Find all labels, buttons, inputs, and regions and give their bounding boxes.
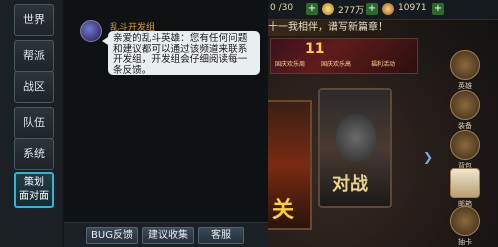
promo-sub2: 国庆欢乐高 <box>321 61 352 68</box>
battle-card[interactable]: 对战 <box>318 88 392 208</box>
hero-icon <box>450 50 480 80</box>
tab-guild[interactable]: 帮派 <box>14 40 54 72</box>
suggestion-button[interactable]: 建议收集 <box>142 227 194 244</box>
gold-value: 277万 <box>338 6 365 16</box>
chevron-right-icon[interactable]: ❯ <box>423 150 433 164</box>
side-item-equipment[interactable]: 装备 <box>440 90 490 131</box>
feedback-bar: BUG反馈 建议收集 客服 <box>64 222 268 247</box>
chat-panel: 世界 帮派 战区 队伍 系统 策划 面对面 乱斗开发组 亲爱的乱斗英雄：您有任何… <box>0 0 268 247</box>
channel-tabs: 世界 帮派 战区 队伍 系统 策划 面对面 <box>0 0 62 247</box>
holiday-promo[interactable]: 11 国庆欢乐周 国庆欢乐高 福利活动 <box>270 38 418 74</box>
promo-sub1: 国庆欢乐周 <box>275 61 306 68</box>
equipment-icon <box>450 90 480 120</box>
message-bubble: 亲爱的乱斗英雄：您有任何问题和建议都可以通过该频道来联系开发组，开发组会仔细阅读… <box>102 31 260 76</box>
event-banner[interactable]: 十一我相伴，谱写新篇章！ <box>262 20 412 36</box>
tab-label-line2: 面对面 <box>19 191 49 202</box>
side-item-mail[interactable]: 邮箱 <box>440 168 490 209</box>
gold-coin-icon <box>322 3 334 15</box>
side-item-draw[interactable]: 抽卡 <box>440 206 490 247</box>
stage-label: 关 <box>272 198 295 223</box>
bag-icon <box>450 130 480 160</box>
tab-system[interactable]: 系统 <box>14 138 54 170</box>
customer-service-button[interactable]: 客服 <box>198 227 244 244</box>
tab-world[interactable]: 世界 <box>14 4 54 36</box>
diamond-value: 10971 <box>398 3 427 13</box>
tab-team[interactable]: 队伍 <box>14 107 54 139</box>
tab-developer-chat[interactable]: 策划 面对面 <box>14 172 54 208</box>
battle-label: 对战 <box>332 174 368 195</box>
mail-icon <box>450 168 480 198</box>
resource-bar: 0 /30 + 277万 + 10971 + <box>262 0 498 20</box>
bug-report-button[interactable]: BUG反馈 <box>86 227 138 244</box>
stamina-value: 0 /30 <box>270 3 294 13</box>
side-item-label: 抽卡 <box>458 238 472 246</box>
stage-card[interactable]: 关 <box>264 100 312 230</box>
diamond-icon <box>382 3 394 15</box>
tab-region[interactable]: 战区 <box>14 71 54 103</box>
promo-number: 11 <box>305 41 325 57</box>
side-item-hero[interactable]: 英雄 <box>440 50 490 91</box>
add-diamond-button[interactable]: + <box>432 3 444 15</box>
tab-label-line1: 策划 <box>24 177 44 188</box>
add-stamina-button[interactable]: + <box>306 3 318 15</box>
draw-card-icon <box>450 206 480 236</box>
add-gold-button[interactable]: + <box>366 3 378 15</box>
side-item-bag[interactable]: 背包 <box>440 130 490 171</box>
promo-sub3: 福利活动 <box>371 61 396 68</box>
avatar[interactable] <box>80 20 102 42</box>
mask-icon <box>336 114 376 162</box>
